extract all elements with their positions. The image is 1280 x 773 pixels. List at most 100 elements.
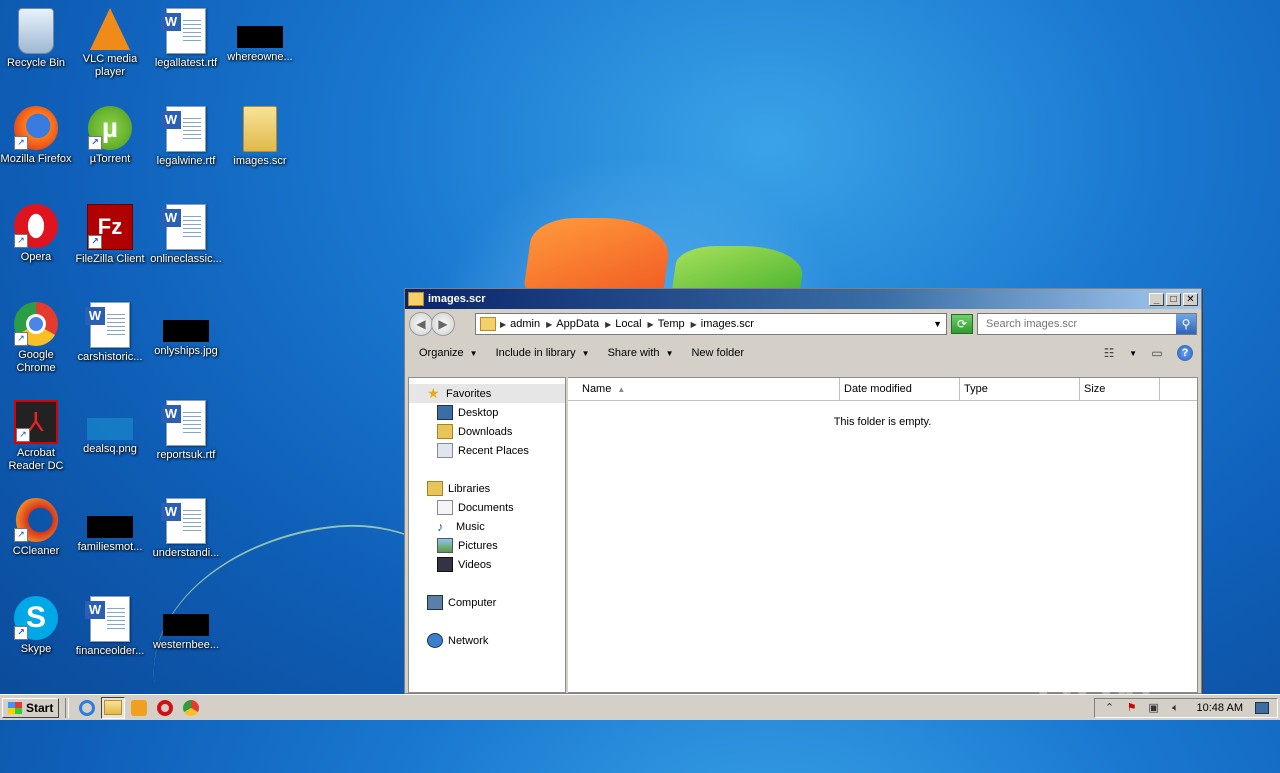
desktop-icon-label: VLC media player [82,53,138,78]
nav-item-documents[interactable]: Documents [409,498,565,517]
desktop-icon-utorrent[interactable]: µ ↗ µTorrent [72,106,148,166]
new-folder-button[interactable]: New folder [685,344,750,362]
computer-icon [427,595,443,610]
minimize-button[interactable]: _ [1149,292,1164,306]
include-in-library-button[interactable]: Include in library ▼ [490,344,596,362]
nav-label: Favorites [446,387,492,400]
desktop-icon-images-scr[interactable]: images.scr [222,106,298,168]
taskbar-media-player[interactable] [127,697,151,719]
desktop-icon-onlineclassic[interactable]: W onlineclassic... [148,204,224,266]
back-button[interactable]: ◀ [409,312,433,336]
organize-button[interactable]: Organize ▼ [413,344,484,362]
desktop-icon-acrobat[interactable]: ⅄ ↗ Acrobat Reader DC [0,400,74,473]
folder-icon [243,106,277,152]
nav-item-network[interactable]: Network [409,631,565,650]
nav-item-libraries[interactable]: Libraries [409,479,565,498]
window-title: images.scr [428,293,486,305]
title-bar[interactable]: images.scr _ □ ✕ [405,289,1201,309]
desktop-icon-understandi[interactable]: W understandi... [148,498,224,560]
preview-pane-icon[interactable]: ▭ [1149,346,1165,360]
help-icon[interactable]: ? [1177,345,1193,361]
close-button[interactable]: ✕ [1183,292,1198,306]
desktop-icon-filezilla[interactable]: Fz ↗ FileZilla Client [72,204,148,266]
nav-item-favorites[interactable]: ★ Favorites [409,384,565,403]
desktop-icon-label: legallatest.rtf [154,57,218,69]
chrome-icon [183,699,200,716]
column-type[interactable]: Type [960,378,1080,400]
desktop-icon-onlyships[interactable]: onlyships.jpg [148,302,224,358]
network-status-icon[interactable]: ▣ [1147,701,1161,715]
black-thumbnail-icon [237,26,283,48]
desktop-icon-recycle-bin[interactable]: Recycle Bin [0,8,74,70]
taskbar-internet-explorer[interactable] [75,697,99,719]
desktop-icon-financeolder[interactable]: W financeolder... [72,596,148,658]
system-tray: ⌃ ⚑ ▣ 🔈︎ 10:48 AM [1093,697,1278,718]
nav-label: Music [456,520,485,533]
column-size[interactable]: Size [1080,378,1160,400]
desktop-icon-ccleaner[interactable]: ↗ CCleaner [0,498,74,558]
desktop-icon-firefox[interactable]: ↗ Mozilla Firefox [0,106,74,166]
nav-item-downloads[interactable]: Downloads [409,422,565,441]
nav-label: Recent Places [458,444,529,457]
share-with-button[interactable]: Share with ▼ [602,344,680,362]
show-hidden-icons-icon[interactable]: ⌃ [1103,701,1117,715]
acrobat-icon: ⅄ ↗ [14,400,58,444]
wallpaper-logo-orange [522,218,674,298]
desktop-icon-legalwine[interactable]: W legalwine.rtf [148,106,224,168]
show-desktop-icon[interactable] [1255,701,1269,714]
breadcrumb-local[interactable]: Local ▶ [615,318,653,330]
taskbar-opera[interactable] [153,697,177,719]
column-name[interactable]: Name ▲ [568,378,840,400]
folder-icon [408,292,424,306]
taskbar-chrome[interactable] [179,697,203,719]
taskbar-explorer[interactable] [101,696,126,719]
nav-item-computer[interactable]: Computer [409,593,565,612]
chevron-down-icon[interactable]: ▼ [1129,349,1137,358]
nav-label: Documents [458,501,514,514]
search-icon[interactable]: ⚲ [1176,314,1196,334]
nav-label: Libraries [448,482,491,495]
nav-item-videos[interactable]: Videos [409,555,565,574]
chevron-down-icon: ▼ [469,348,478,358]
taskbar: Start ⌃ ⚑ ▣ 🔈︎ 10:48 AM [0,694,1280,720]
desktop-icon-carshistoric[interactable]: W carshistoric... [72,302,148,364]
start-button[interactable]: Start [2,697,60,718]
address-bar[interactable]: ▶ admin ▶ AppData ▶ Local ▶ Temp ▶ images.sc… [475,313,947,335]
nav-label: Downloads [458,425,513,438]
chevron-down-icon[interactable]: ▼ [933,319,942,329]
desktop-icon-whereowne[interactable]: whereowne... [222,8,298,64]
desktop-icon-vlc[interactable]: VLC media player [72,8,148,79]
breadcrumb-images-scr[interactable]: images.scr [701,318,754,330]
nav-item-desktop[interactable]: Desktop [409,403,565,422]
desktop-icon-legallatest[interactable]: W legallatest.rtf [148,8,224,70]
column-date-modified[interactable]: Date modified [840,378,960,400]
pictures-icon [437,538,453,553]
desktop-icon-skype[interactable]: S ↗ Skype [0,596,74,656]
skype-icon: S ↗ [14,596,58,640]
action-center-icon[interactable]: ⚑ [1125,701,1139,715]
desktop-icon-dealsq[interactable]: dealsq.png [72,400,148,456]
nav-item-music[interactable]: ♪ Music [409,517,565,536]
breadcrumb-appdata[interactable]: AppData ▶ [556,318,611,330]
maximize-button[interactable]: □ [1166,292,1181,306]
desktop-icon-chrome[interactable]: ↗ Google Chrome [0,302,74,375]
search-input[interactable] [984,317,1176,331]
breadcrumb-admin[interactable]: admin ▶ [510,318,552,330]
desktop-icon-label: FileZilla Client [75,253,145,265]
desktop-icon-westernbee[interactable]: westernbee... [148,596,224,652]
breadcrumb-label: Local [615,318,642,330]
clock[interactable]: 10:48 AM [1197,702,1243,714]
forward-button[interactable]: ▶ [431,312,455,336]
folder-icon [480,317,496,331]
nav-item-recent-places[interactable]: Recent Places [409,441,565,460]
desktop-icon-label: familiesmot... [77,541,143,553]
breadcrumb-temp[interactable]: Temp ▶ [658,318,697,330]
desktop-icon-familiesmot[interactable]: familiesmot... [72,498,148,554]
volume-icon[interactable]: 🔈︎ [1169,701,1183,715]
view-options-icon[interactable]: ☷ [1101,346,1117,360]
desktop-icon-label: CCleaner [12,545,60,557]
desktop-icon-opera[interactable]: ↗ Opera [0,204,74,264]
desktop-icon-reportsuk[interactable]: W reportsuk.rtf [148,400,224,462]
nav-item-pictures[interactable]: Pictures [409,536,565,555]
refresh-button[interactable]: ⟳ [951,314,973,334]
